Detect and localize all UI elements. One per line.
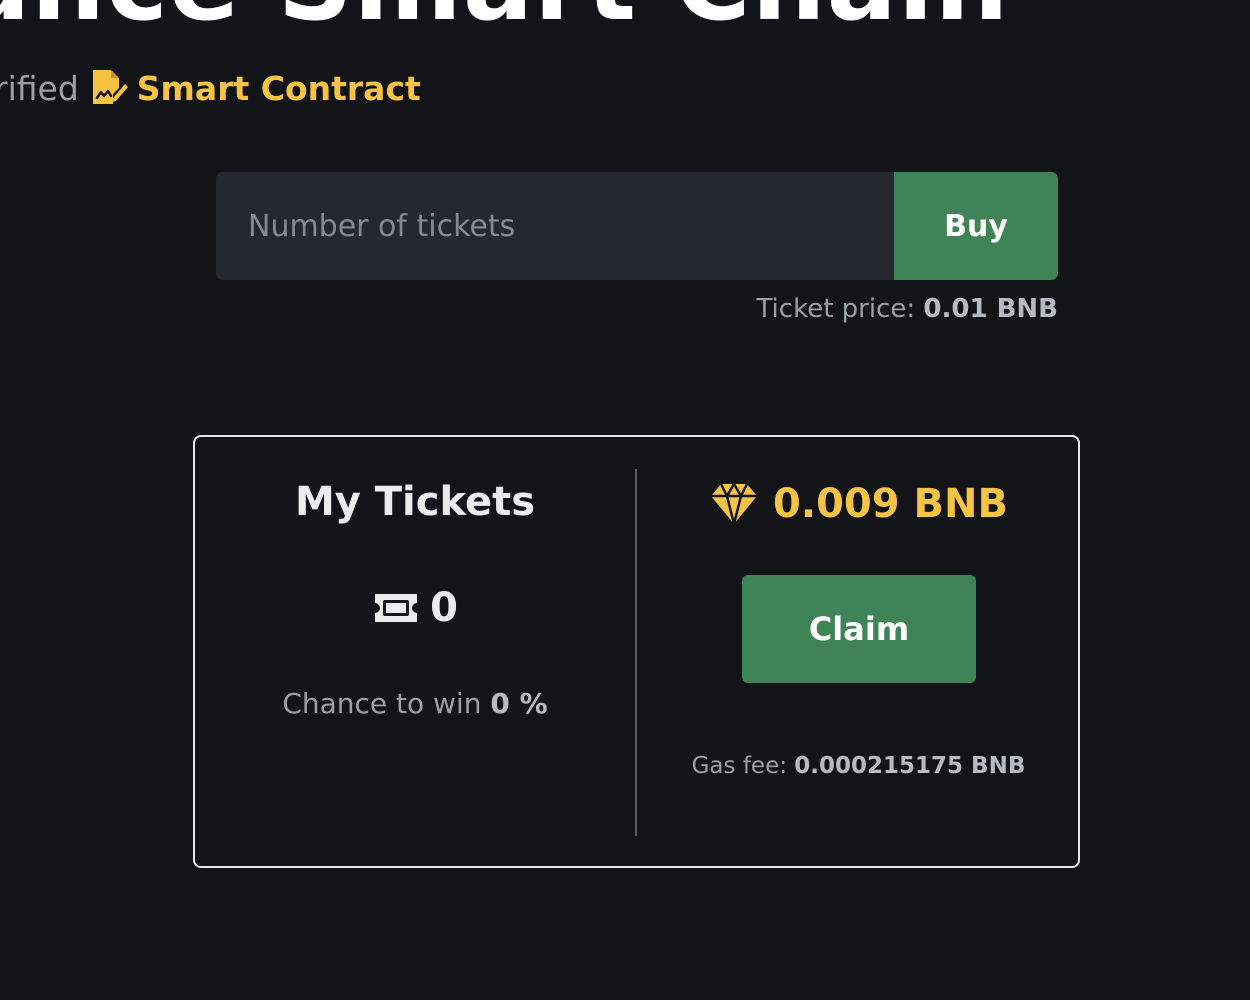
- gas-fee-value: 0.000215175 BNB: [794, 753, 1026, 779]
- buy-tickets-group: Buy: [216, 172, 1058, 280]
- win-chance: Chance to win 0 %: [195, 687, 635, 720]
- my-tickets-panel: My Tickets 0 Chance to win 0 %: [195, 437, 635, 866]
- ticket-quantity-input[interactable]: [216, 172, 894, 280]
- smart-contract-link[interactable]: Smart Contract: [137, 69, 421, 108]
- ticket-price-label: Ticket price:: [756, 294, 916, 324]
- verified-contract-row: rified Smart Contract: [0, 68, 421, 108]
- buy-button[interactable]: Buy: [894, 172, 1058, 280]
- ticket-price-value: 0.01 BNB: [923, 294, 1058, 324]
- page-title: ance Smart Chain: [0, 0, 1010, 44]
- win-chance-value: 0 %: [490, 687, 548, 720]
- prize-panel: 0.009 BNB Claim Gas fee: 0.000215175 BNB: [637, 437, 1080, 866]
- prize-amount: 0.009 BNB: [773, 481, 1008, 527]
- my-tickets-title: My Tickets: [294, 479, 536, 525]
- ticket-count-row: 0: [195, 585, 635, 631]
- claim-button[interactable]: Claim: [742, 575, 976, 683]
- prize-row: 0.009 BNB: [637, 481, 1080, 527]
- ticket-price: Ticket price: 0.01 BNB: [756, 294, 1058, 324]
- verified-text: rified: [0, 68, 79, 108]
- ticket-icon: [372, 591, 420, 625]
- lottery-page: ance Smart Chain rified Smart Contract B…: [0, 0, 1250, 1000]
- tickets-prize-card: My Tickets 0 Chance to win 0 % 0.009 BNB…: [193, 435, 1080, 868]
- win-chance-label: Chance to win: [282, 687, 482, 720]
- file-signature-icon: [89, 68, 129, 108]
- gas-fee: Gas fee: 0.000215175 BNB: [637, 753, 1080, 779]
- gas-fee-label: Gas fee:: [691, 753, 787, 779]
- diamond-icon: [709, 482, 759, 526]
- ticket-count: 0: [430, 585, 458, 631]
